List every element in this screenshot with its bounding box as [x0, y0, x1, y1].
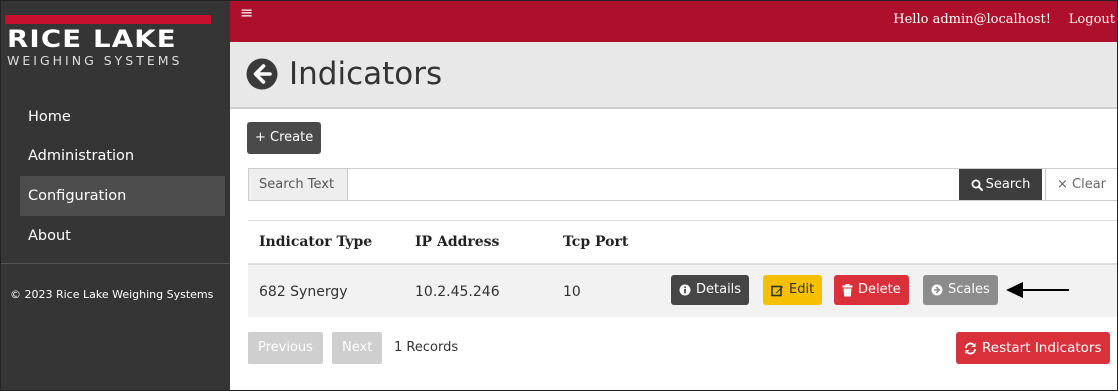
- search-input[interactable]: [349, 169, 957, 200]
- arrow-circle-right-icon: [931, 284, 943, 296]
- column-header-ip-address[interactable]: IP Address: [415, 234, 499, 250]
- logo-subtitle: WEIGHING SYSTEMS: [7, 53, 183, 68]
- cell-ip-address: 10.2.45.246: [415, 284, 500, 300]
- column-header-tcp-port[interactable]: Tcp Port: [563, 234, 628, 250]
- cell-tcp-port: 10: [563, 284, 581, 300]
- table-divider: [248, 220, 1117, 221]
- search-text-label: Search Text: [249, 169, 348, 200]
- hamburger-menu-icon[interactable]: ≡: [240, 3, 253, 23]
- info-circle-icon: [679, 284, 691, 296]
- sidebar-item-configuration[interactable]: Configuration: [20, 176, 225, 216]
- details-button[interactable]: Details: [671, 275, 750, 305]
- column-header-indicator-type[interactable]: Indicator Type: [259, 234, 372, 250]
- scales-button-label: Scales: [948, 282, 990, 297]
- search-button[interactable]: Search: [959, 169, 1042, 200]
- previous-button[interactable]: Previous: [248, 332, 323, 364]
- sync-icon: [964, 342, 977, 355]
- sidebar-item-home[interactable]: Home: [20, 97, 225, 137]
- greeting-text: Hello admin@localhost!: [893, 12, 1051, 27]
- close-icon: ×: [1056, 177, 1068, 192]
- restart-indicators-button[interactable]: Restart Indicators: [956, 332, 1110, 364]
- annotation-arrow-icon: [1006, 280, 1071, 300]
- logout-link[interactable]: Logout: [1069, 12, 1115, 27]
- sidebar-item-administration[interactable]: Administration: [20, 136, 225, 176]
- sidebar: RICE LAKE WEIGHING SYSTEMS Home Administ…: [1, 1, 230, 390]
- arrow-circle-left-icon[interactable]: [246, 58, 278, 90]
- clear-button-label: Clear: [1072, 177, 1107, 192]
- next-button[interactable]: Next: [332, 332, 383, 364]
- edit-button[interactable]: Edit: [763, 275, 823, 305]
- records-count: 1 Records: [394, 340, 459, 355]
- search-button-label: Search: [985, 177, 1031, 192]
- sidebar-divider: [1, 263, 230, 264]
- delete-button[interactable]: Delete: [834, 275, 909, 305]
- logo-red-bar: [5, 15, 211, 24]
- trash-icon: [842, 283, 853, 297]
- scales-button[interactable]: Scales: [923, 275, 998, 305]
- sidebar-item-about[interactable]: About: [20, 216, 225, 256]
- page-title: Indicators: [289, 56, 443, 92]
- create-button[interactable]: + Create: [247, 122, 322, 154]
- edit-icon: [771, 284, 784, 297]
- top-bar: ≡ Hello admin@localhost! Logout: [230, 1, 1117, 42]
- delete-button-label: Delete: [858, 282, 901, 297]
- clear-button[interactable]: × Clear: [1045, 169, 1117, 200]
- copyright-text: © 2023 Rice Lake Weighing Systems: [10, 288, 214, 301]
- search-bar: Search Text Search × Clear: [248, 168, 1117, 201]
- restart-indicators-label: Restart Indicators: [982, 340, 1102, 356]
- page-header: Indicators: [230, 42, 1117, 109]
- edit-button-label: Edit: [789, 282, 815, 297]
- logo-name: RICE LAKE: [7, 25, 177, 53]
- details-button-label: Details: [696, 282, 742, 297]
- search-icon: [971, 179, 983, 191]
- rice-lake-logo[interactable]: RICE LAKE WEIGHING SYSTEMS: [5, 15, 211, 75]
- app-window: RICE LAKE WEIGHING SYSTEMS Home Administ…: [0, 0, 1118, 391]
- cell-indicator-type: 682 Synergy: [259, 284, 348, 300]
- create-button-label: + Create: [255, 130, 314, 145]
